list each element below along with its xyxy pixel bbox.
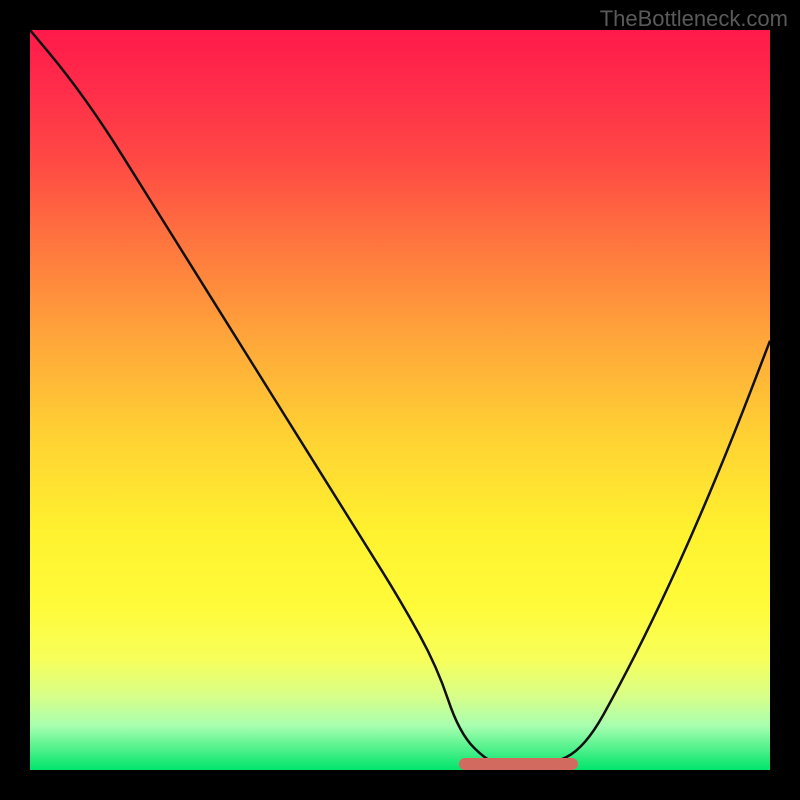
chart-container: TheBottleneck.com	[0, 0, 800, 800]
optimal-range-highlight	[459, 758, 577, 770]
bottleneck-curve	[30, 30, 770, 770]
watermark-text: TheBottleneck.com	[600, 6, 788, 32]
plot-area	[30, 30, 770, 770]
